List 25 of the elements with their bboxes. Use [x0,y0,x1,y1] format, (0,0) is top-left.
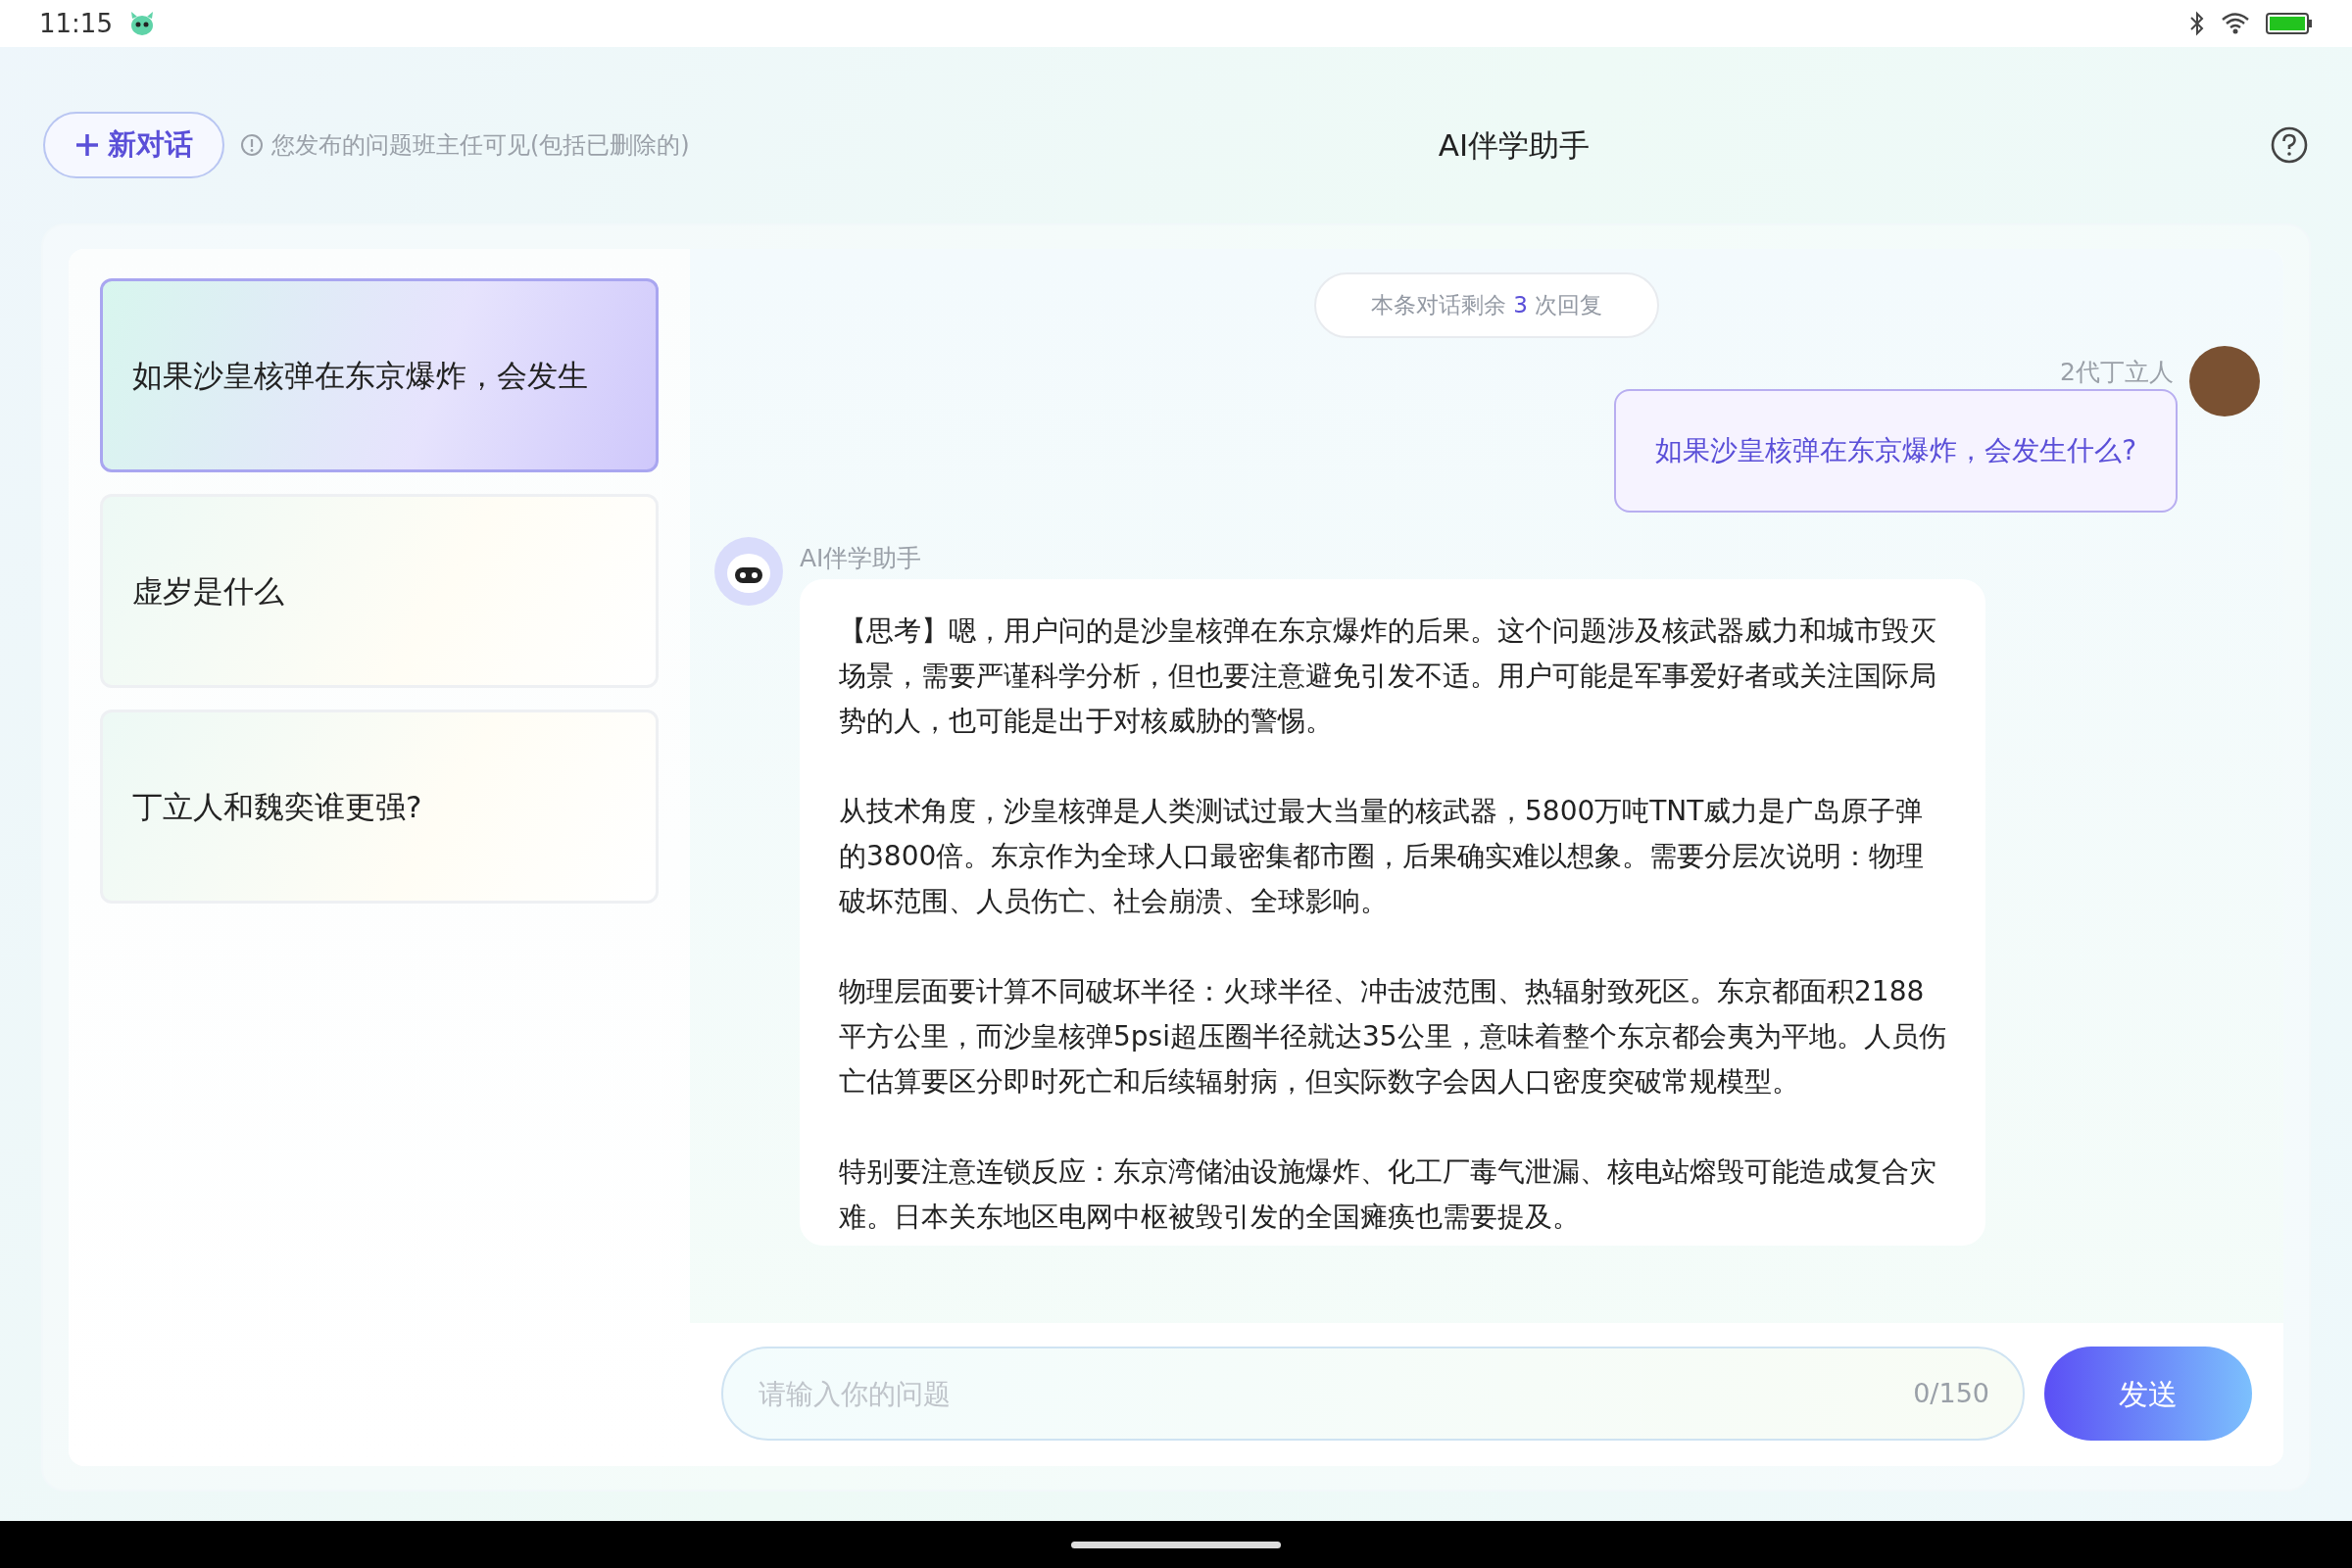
remaining-replies-notice: 本条对话剩余 3 次回复 [1313,272,1660,338]
sender-name: 2代丁立人 [2060,356,2174,388]
message-paragraph: 【思考】嗯，用户问的是沙皇核弹在东京爆炸的后果。这个问题涉及核武器威力和城市毁灭场景，需要严谨科学分析，但也要注意避免引发不适。用户可能是军事爱好者或关注国际局势的人，也可能是出于对核威胁的警惕。 [839,612,1937,739]
user-message: 如果沙皇核弹在东京爆炸，会发生什么? [1614,388,2178,513]
help-icon[interactable] [2270,125,2309,165]
robot-avatar-icon [713,535,784,607]
plus-icon [74,132,100,158]
page-title: AI伴学助手 [1438,125,1591,165]
conversation-item[interactable]: 丁立人和魏奕谁更强? [100,710,659,904]
bluetooth-icon [2189,11,2205,36]
message-paragraph: 从技术角度，沙皇核弹是人类测试过最大当量的核武器，5800万吨TNT威力是广岛原子弹的3800倍。东京作为全球人口最密集都市圈，后果确实难以想象。需要分层次说明：物理破坏范围、人员伤亡、社会崩溃、全球影响。 [839,793,1926,919]
home-indicator[interactable] [1071,1541,1281,1548]
send-button[interactable]: 发送 [2044,1347,2252,1441]
message-paragraph: 特别要注意连锁反应：东京湾储油设施爆炸、化工厂毒气泄漏、核电站熔毁可能造成复合灾难。日本关东地区电网中枢被毁引发的全国瘫痪也需要提及。 [839,1153,1937,1235]
visibility-notice: 您发布的问题班主任可见(包括已删除的) [271,130,690,161]
status-time: 11:15 [39,7,113,40]
wifi-icon [2221,12,2250,35]
info-icon [240,133,264,157]
conversation-item[interactable]: 如果沙皇核弹在东京爆炸，会发生 [100,278,659,472]
battery-icon [2266,12,2313,35]
new-chat-button[interactable]: 新对话 [43,112,224,178]
sender-name: AI伴学助手 [800,542,922,574]
character-counter: 0/150 [1913,1376,1989,1410]
conversation-item[interactable]: 虚岁是什么 [100,494,659,688]
message-paragraph: 物理层面要计算不同破坏半径：火球半径、冲击波范围、热辐射致死区。东京都面积2188平方公里，而沙皇核弹5psi超压圈半径就达35公里，意味着整个东京都会夷为平地。人员伤亡估算要区分即时死亡和后续辐射病，但实际数字会因人口密度突破常规模型。 [839,973,1946,1100]
